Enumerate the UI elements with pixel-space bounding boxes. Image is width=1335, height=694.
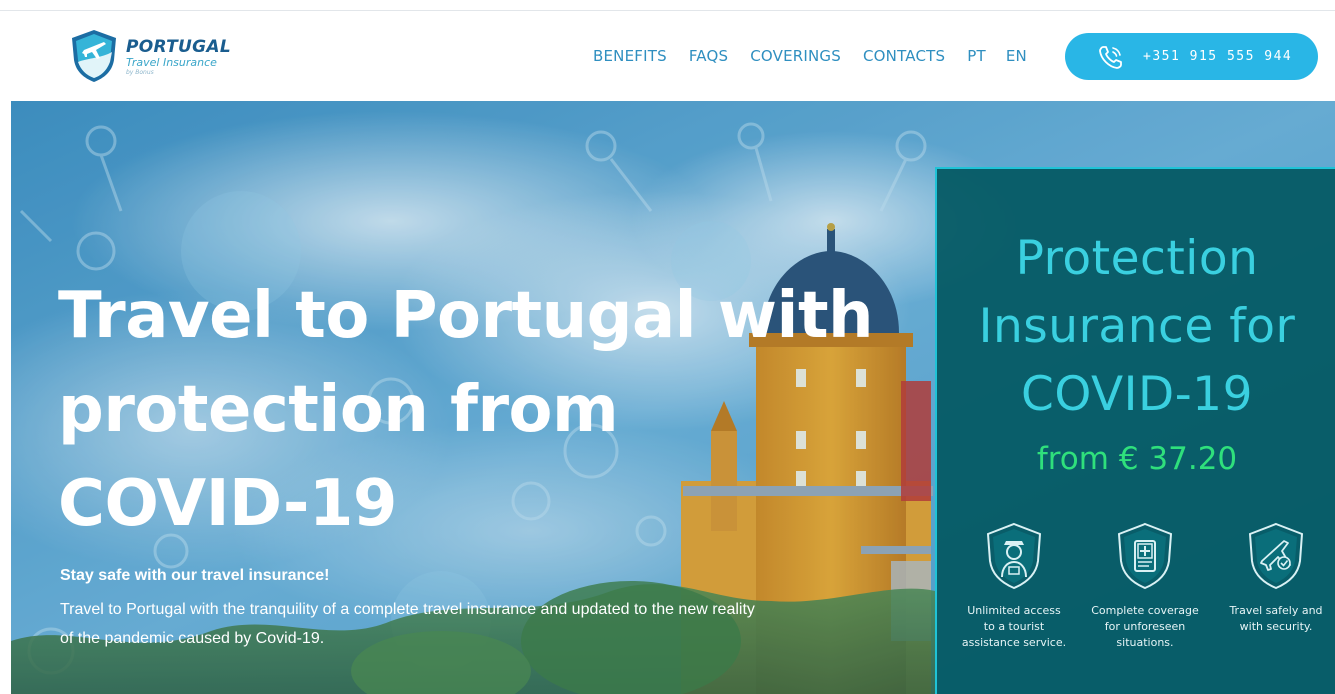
brand-subtitle: Travel Insurance [126, 56, 217, 69]
hero-title: Travel to Portugal with protection from … [58, 269, 874, 551]
feature-line: situations. [1116, 636, 1174, 649]
feature-description: Unlimited access to a tourist assistance… [962, 603, 1066, 651]
hero-description-line: of the pandemic caused by Covid-19. [60, 630, 325, 647]
secure-travel-icon [1248, 522, 1304, 590]
nav-coverings[interactable]: COVERINGS [750, 47, 841, 65]
brand-logo[interactable]: PORTUGAL Travel Insurance by Bonus [68, 28, 268, 88]
promo-title-line: Insurance for [978, 299, 1296, 354]
hero-section: Travel to Portugal with protection from … [11, 101, 1335, 694]
brand-title: PORTUGAL [126, 37, 231, 57]
hero-description-line: Travel to Portugal with the tranquility … [60, 601, 755, 618]
feature-line: for unforeseen [1104, 620, 1186, 633]
feature-item: Complete coverage for unforeseen situati… [1086, 521, 1204, 651]
promo-panel: Protection Insurance for COVID-19 from €… [935, 167, 1335, 694]
language-en[interactable]: EN [1006, 47, 1027, 65]
feature-line: Unlimited access [967, 604, 1061, 617]
feature-line: with security. [1239, 620, 1313, 633]
promo-title: Protection Insurance for COVID-19 [937, 225, 1335, 429]
promo-title-line: COVID-19 [1021, 367, 1253, 422]
feature-description: Travel safely and with security. [1229, 603, 1322, 635]
promo-price: from € 37.20 [1036, 441, 1238, 477]
phone-number: +351 915 555 944 [1143, 49, 1293, 64]
nav-faqs[interactable]: FAQS [689, 47, 728, 65]
feature-line: Complete coverage [1091, 604, 1199, 617]
feature-line: assistance service. [961, 636, 1067, 649]
phone-call-button[interactable]: +351 915 555 944 [1065, 33, 1318, 80]
site-header: PORTUGAL Travel Insurance by Bonus BENEF… [0, 11, 1335, 101]
hero-title-line: protection from [58, 373, 619, 447]
brand-byline: by Bonus [126, 69, 154, 76]
nav-contacts[interactable]: CONTACTS [863, 47, 945, 65]
feature-list: Unlimited access to a tourist assistance… [955, 521, 1335, 651]
feature-item: Travel safely and with security. [1217, 521, 1335, 651]
tourist-assistant-icon [986, 522, 1042, 590]
feature-description: Complete coverage for unforeseen situati… [1091, 603, 1199, 651]
shield-plane-icon [72, 30, 116, 82]
nav-benefits[interactable]: BENEFITS [593, 47, 667, 65]
medical-coverage-icon [1117, 522, 1173, 590]
hero-title-line: COVID-19 [58, 467, 397, 541]
language-pt[interactable]: PT [967, 47, 986, 65]
feature-item: Unlimited access to a tourist assistance… [955, 521, 1073, 651]
feature-line: to a tourist [983, 620, 1045, 633]
phone-icon [1099, 45, 1122, 69]
hero-lead: Stay safe with our travel insurance! [60, 567, 330, 584]
promo-title-line: Protection [1015, 231, 1259, 286]
hero-description: Travel to Portugal with the tranquility … [60, 595, 850, 653]
hero-title-line: Travel to Portugal with [58, 279, 874, 353]
main-nav: BENEFITS FAQS COVERINGS CONTACTS PT EN [593, 47, 1047, 65]
feature-line: Travel safely and [1229, 604, 1323, 617]
